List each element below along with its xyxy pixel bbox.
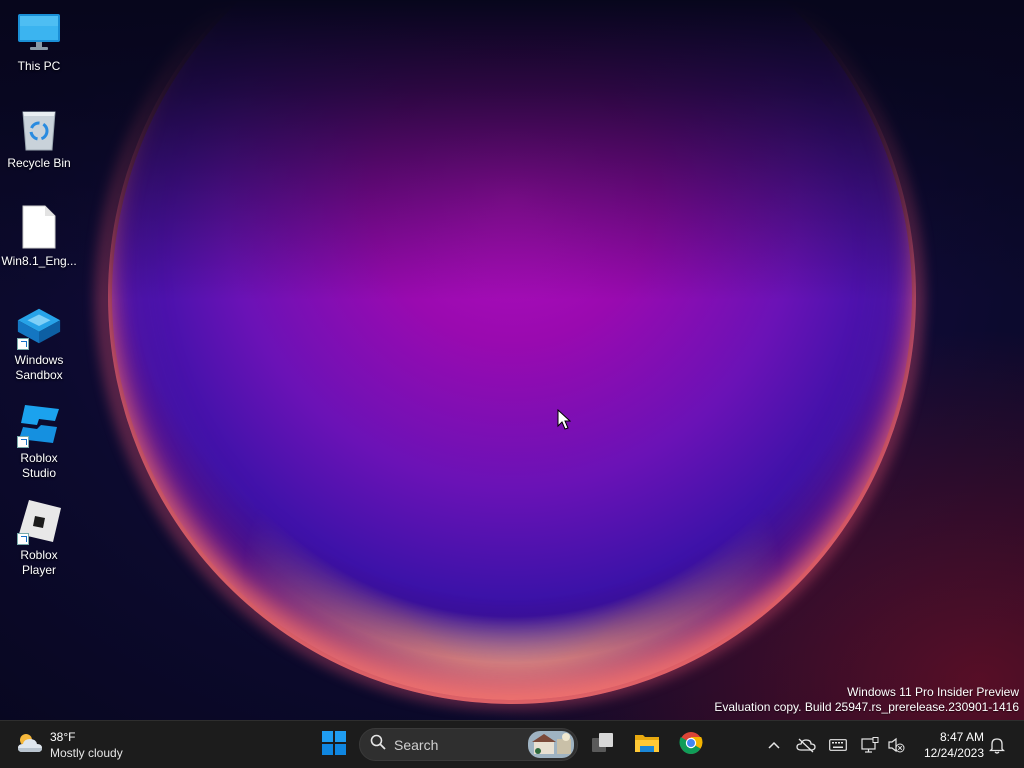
search-placeholder: Search xyxy=(394,736,439,753)
file-explorer-button[interactable] xyxy=(627,725,667,765)
shortcut-arrow-icon xyxy=(17,338,29,350)
shortcut-arrow-icon xyxy=(17,436,29,448)
chrome-button[interactable] xyxy=(671,725,711,765)
keyboard-icon[interactable] xyxy=(826,733,850,757)
notification-bell-icon[interactable] xyxy=(985,733,1009,757)
desktop-icon-windows-sandbox[interactable]: Windows Sandbox xyxy=(2,302,76,383)
desktop-icon-roblox-player[interactable]: Roblox Player xyxy=(2,497,76,578)
system-clock[interactable]: 8:47 AM 12/24/2023 xyxy=(914,729,984,761)
desktop-icon-label: Roblox Studio xyxy=(20,451,58,480)
desktop-icon-label: Roblox Player xyxy=(20,548,58,577)
taskbar: 38°F Mostly cloudy Search 8:47 AM 12/24/… xyxy=(0,720,1024,768)
cloud-off-icon[interactable] xyxy=(794,733,818,757)
roblox-studio-icon xyxy=(15,400,63,448)
clock-time: 8:47 AM xyxy=(939,730,984,744)
roblox-player-icon xyxy=(15,497,63,545)
desktop-icon-this-pc[interactable]: This PC xyxy=(2,8,76,74)
network-icon[interactable] xyxy=(858,733,882,757)
cloud-sun-icon xyxy=(14,730,46,761)
desktop-icon-label: This PC xyxy=(17,59,61,73)
monitor-icon xyxy=(15,8,63,56)
volume-muted-icon[interactable] xyxy=(884,733,908,757)
windows-logo-icon xyxy=(322,730,346,760)
start-button[interactable] xyxy=(314,725,354,765)
desktop-icon-label: Windows Sandbox xyxy=(14,353,64,382)
search-icon xyxy=(370,734,386,755)
desktop-icon-label: Recycle Bin xyxy=(7,156,71,170)
task-view-button[interactable] xyxy=(583,725,623,765)
wallpaper-fade xyxy=(0,0,1024,300)
chrome-icon xyxy=(679,731,703,760)
evaluation-watermark: Windows 11 Pro Insider Preview Evaluatio… xyxy=(714,685,1019,715)
desktop-icon-label: Win8.1_Eng... xyxy=(1,254,77,268)
folder-icon xyxy=(634,732,660,759)
desktop-icon-recycle-bin[interactable]: Recycle Bin xyxy=(2,105,76,171)
desktop-wallpaper[interactable] xyxy=(0,0,1024,720)
search-highlight-image xyxy=(528,731,574,758)
watermark-line2: Evaluation copy. Build 25947.rs_prerelea… xyxy=(714,700,1019,714)
desktop-icon-win81-file[interactable]: Win8.1_Eng... xyxy=(1,203,77,269)
chevron-up-icon[interactable] xyxy=(762,733,786,757)
desktop-icon-roblox-studio[interactable]: Roblox Studio xyxy=(2,400,76,481)
weather-temperature: 38°F xyxy=(50,730,76,744)
file-icon xyxy=(15,203,63,251)
recycle-bin-icon xyxy=(15,105,63,153)
sandbox-icon xyxy=(15,302,63,350)
weather-condition: Mostly cloudy xyxy=(50,746,123,760)
task-view-icon xyxy=(591,732,615,759)
taskbar-search[interactable]: Search xyxy=(359,728,578,761)
clock-date: 12/24/2023 xyxy=(923,746,984,760)
weather-widget[interactable]: 38°F Mostly cloudy xyxy=(14,725,123,765)
mouse-cursor-icon xyxy=(557,409,571,430)
shortcut-arrow-icon xyxy=(17,533,29,545)
watermark-line1: Windows 11 Pro Insider Preview xyxy=(847,685,1019,699)
